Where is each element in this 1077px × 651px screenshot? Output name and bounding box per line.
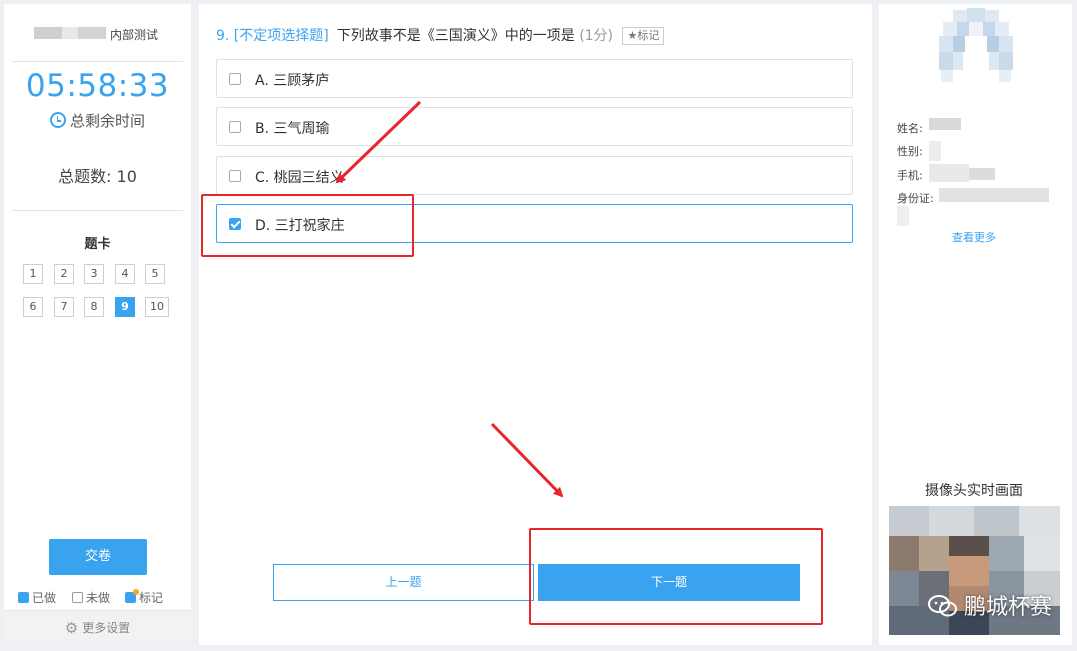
question-type: 9. [不定项选择题] xyxy=(216,28,329,44)
legend-marked: 标记 xyxy=(139,591,164,605)
question-score: (1分) xyxy=(579,28,614,44)
remaining-time-text: 总剩余时间 xyxy=(69,112,145,130)
blurred-phone-value xyxy=(929,164,969,182)
marked-square-icon xyxy=(125,589,139,603)
see-more-link[interactable]: 查看更多 xyxy=(879,229,1069,245)
candidate-panel: 姓名: 性别: 手机: 身份证: 查看更多 摄像头实时画面 鹏城杯赛 xyxy=(879,4,1072,645)
option-a[interactable]: A. 三顾茅庐 xyxy=(216,59,853,98)
exam-title-text: 内部测试 xyxy=(110,28,159,42)
checkbox-checked[interactable] xyxy=(229,218,241,230)
id-card-label: 身份证: xyxy=(897,192,934,205)
camera-feed: 鹏城杯赛 xyxy=(889,506,1060,635)
watermark-text: 鹏城杯赛 xyxy=(963,595,1052,620)
question-number-button[interactable]: 2 xyxy=(54,264,74,284)
todo-square-icon xyxy=(72,592,83,603)
gender-label: 性别: xyxy=(897,145,923,158)
checkbox[interactable] xyxy=(229,121,241,133)
blurred-name xyxy=(78,27,106,39)
legend-done: 已做 xyxy=(32,591,57,605)
option-b[interactable]: B. 三气周瑜 xyxy=(216,107,853,146)
divider xyxy=(12,61,183,62)
blurred-id-value xyxy=(939,188,1049,202)
option-label: A. 三顾茅庐 xyxy=(255,73,330,89)
answer-card-title: 题卡 xyxy=(84,237,111,252)
question-number-button[interactable]: 4 xyxy=(115,264,135,284)
checkbox[interactable] xyxy=(229,73,241,85)
divider xyxy=(12,210,183,211)
question-number-button[interactable]: 5 xyxy=(145,264,165,284)
watermark: 鹏城杯赛 xyxy=(927,589,1052,621)
blurred-name-value xyxy=(929,118,961,130)
option-d[interactable]: D. 三打祝家庄 xyxy=(216,204,853,243)
question-number-button[interactable]: 8 xyxy=(84,297,104,317)
next-question-button[interactable]: 下一题 xyxy=(538,564,800,601)
countdown-timer: 05:58:33 xyxy=(25,68,170,104)
remaining-time-label: 总剩余时间 xyxy=(4,110,191,131)
exam-title: 内部测试 xyxy=(4,24,191,42)
alarm-clock-icon xyxy=(49,112,66,128)
option-label: C. 桃园三结义 xyxy=(255,170,344,186)
question-text: 下列故事不是《三国演义》中的一项是 xyxy=(336,28,575,44)
gear-icon: ⚙ xyxy=(64,619,79,637)
question-number-button[interactable]: 1 xyxy=(23,264,43,284)
left-sidebar: 内部测试 05:58:33 总剩余时间 总题数: 10 题卡 1 2 3 4 5… xyxy=(4,4,191,646)
legend-todo: 未做 xyxy=(86,591,111,605)
option-c[interactable]: C. 桃园三结义 xyxy=(216,156,853,195)
blurred-name xyxy=(34,27,62,39)
option-label: B. 三气周瑜 xyxy=(255,121,330,137)
done-square-icon xyxy=(18,592,29,603)
checkbox[interactable] xyxy=(229,170,241,182)
question-number-button-current[interactable]: 9 xyxy=(115,297,135,317)
wechat-icon xyxy=(927,595,957,617)
mark-label: 标记 xyxy=(637,29,660,42)
question-number-button[interactable]: 7 xyxy=(54,297,74,317)
blurred-name xyxy=(62,27,78,39)
phone-label: 手机: xyxy=(897,169,923,182)
submit-exam-button[interactable]: 交卷 xyxy=(49,539,147,575)
blurred-gender-value xyxy=(929,141,941,161)
option-label: D. 三打祝家庄 xyxy=(255,218,345,234)
question-number-button[interactable]: 6 xyxy=(23,297,43,317)
avatar xyxy=(939,8,1013,82)
prev-question-button[interactable]: 上一题 xyxy=(273,564,534,601)
question-number-button[interactable]: 3 xyxy=(84,264,104,284)
camera-title: 摄像头实时画面 xyxy=(925,483,1023,499)
blurred-id-value xyxy=(897,206,909,226)
question-number-button[interactable]: 10 xyxy=(145,297,169,317)
question-header: 9. [不定项选择题] 下列故事不是《三国演义》中的一项是 (1分) ★标记 xyxy=(216,25,665,45)
mark-question-button[interactable]: ★标记 xyxy=(622,27,665,45)
more-settings-label: 更多设置 xyxy=(82,621,131,635)
more-settings-button[interactable]: ⚙ 更多设置 xyxy=(4,610,191,646)
total-questions: 总题数: 10 xyxy=(58,167,137,186)
name-label: 姓名: xyxy=(897,122,923,135)
blurred-phone-value xyxy=(969,168,995,180)
question-panel: 9. [不定项选择题] 下列故事不是《三国演义》中的一项是 (1分) ★标记 A.… xyxy=(199,4,872,645)
star-icon: ★ xyxy=(627,29,638,42)
